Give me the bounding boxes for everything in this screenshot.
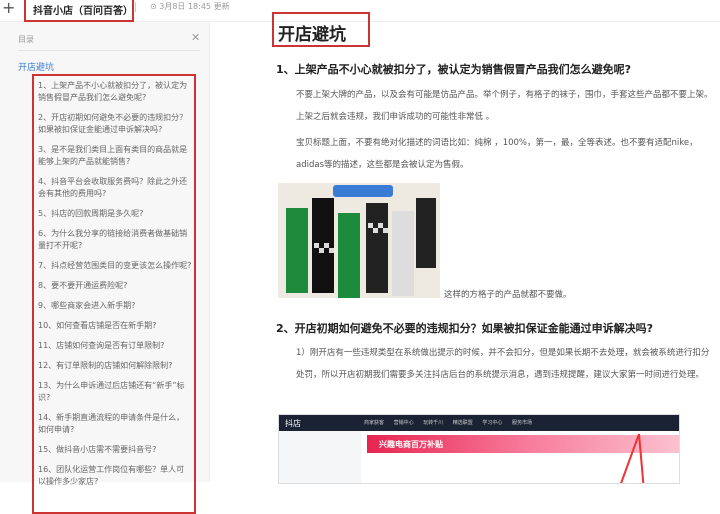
section-heading-2: 2、开店初期如何避免不必要的违规扣分？如果被扣保证金能通过申诉解决吗?	[276, 322, 654, 335]
toc-heading: 目录	[18, 35, 34, 44]
paragraph: 不要上架大牌的产品，以及会有可能是仿品产品。举个例子，有格子的袜子，围巾，手套这…	[296, 90, 713, 122]
toc-item[interactable]: 12、有订单限制的店铺如何解除限制?	[38, 360, 192, 372]
toc-item[interactable]: 13、为什么申诉通过后店铺还有“新手”标识?	[38, 380, 192, 404]
product-photo-socks	[278, 183, 440, 298]
toc-item[interactable]: 11、店铺如何查询是否有订单限制?	[38, 340, 192, 352]
toc-item[interactable]: 6、为什么我分享的链接给消费者做基础销量打不开呢?	[38, 228, 192, 252]
toc-item[interactable]: 9、哪些商家会进入新手期?	[38, 300, 192, 312]
section-heading-1: 1、上架产品不小心就被扣分了，被认定为销售假冒产品我们怎么避免呢?	[276, 63, 632, 76]
toc-item[interactable]: 16、团队化运营工作岗位有哪些？单人可以操作多少家店?	[38, 464, 192, 488]
toc-item[interactable]: 10、如何查看店铺是否在新手期?	[38, 320, 192, 332]
screenshot-logo: 抖店	[285, 419, 301, 428]
paragraph: 宝贝标题上面，不要有绝对化描述的词语比如：纯棉 ，100%，第一，最，全等表述。…	[296, 138, 698, 170]
document-tab[interactable]: 抖音小店（百问百答）	[24, 0, 134, 22]
screenshot-sidebar	[279, 431, 361, 483]
plus-icon[interactable]: +	[2, 0, 15, 17]
toc-item[interactable]: 4、抖音平台会收取服务费吗？除此之外还会有其他的费用吗?	[38, 176, 192, 200]
toc-sidebar: 目录 ✕ 开店避坑 1、上架产品不小心就被扣分了，被认定为销售假冒产品我们怎么避…	[0, 22, 210, 514]
toc-list: 1、上架产品不小心就被扣分了，被认定为销售假冒产品我们怎么避免呢? 2、开店初期如…	[32, 74, 196, 514]
toc-item[interactable]: 2、开店初期如何避免不必要的违规扣分？如果被扣保证金能通过申诉解决吗?	[38, 112, 192, 136]
screenshot-nav: 抖店 商家获客 营销中心 玩转千川 精选联盟 学习中心 服务市场	[279, 415, 679, 431]
photo-caption: 这样的方格子的产品就都不要做。	[444, 290, 572, 300]
toc-item[interactable]: 7、抖点经营范围类目的变更该怎么操作呢?	[38, 260, 192, 272]
toc-item-root[interactable]: 开店避坑	[18, 60, 54, 73]
toc-item[interactable]: 1、上架产品不小心就被扣分了，被认定为销售假冒产品我们怎么避免呢?	[38, 80, 192, 104]
divider	[135, 2, 136, 12]
toc-item[interactable]: 14、新手期直通流程的申请条件是什么，如何申请?	[38, 412, 192, 436]
article: 开店避坑 1、上架产品不小心就被扣分了，被认定为销售假冒产品我们怎么避免呢? 不…	[210, 12, 720, 484]
toc-item[interactable]: 15、做抖音小店需不需要抖音号?	[38, 444, 192, 456]
paragraph: 1）刚开店有一些违规类型在系统做出提示的时候，并不会扣分，但是如果长期不去处理，…	[296, 348, 710, 380]
toc-item[interactable]: 3、是不是我们类目上面有类目的商品就是能够上架的产品就能销售?	[38, 144, 192, 168]
screenshot-menu: 商家获客 营销中心 玩转千川 精选联盟 学习中心 服务市场	[364, 420, 532, 426]
updated-time: ⊙ 3月8日 18:45 更新	[150, 2, 230, 11]
close-icon[interactable]: ✕	[191, 31, 200, 44]
toc-item[interactable]: 5、抖店的回款周期是多久呢?	[38, 208, 192, 220]
divider	[18, 50, 200, 51]
page-title: 开店避坑	[272, 12, 370, 47]
toc-item[interactable]: 8、要不要开通运费险呢?	[38, 280, 192, 292]
embedded-screenshot: 抖店 商家获客 营销中心 玩转千川 精选联盟 学习中心 服务市场 兴趣电商百万补…	[278, 414, 680, 484]
